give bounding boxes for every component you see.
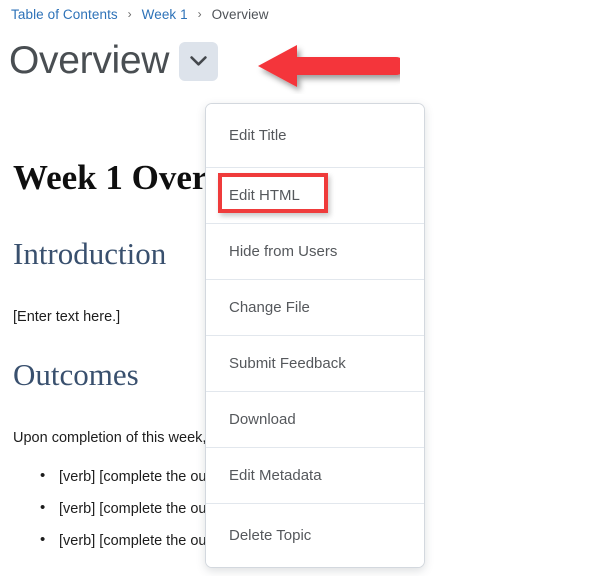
breadcrumb-separator-icon: › bbox=[197, 7, 202, 21]
menu-item-edit-metadata[interactable]: Edit Metadata bbox=[206, 447, 424, 503]
content-heading-outcomes: Outcomes bbox=[13, 357, 139, 392]
breadcrumb-separator-icon: › bbox=[127, 7, 132, 21]
annotation-arrow-icon bbox=[250, 38, 405, 94]
menu-item-delete-topic[interactable]: Delete Topic bbox=[206, 503, 424, 567]
content-heading-introduction: Introduction bbox=[13, 236, 167, 271]
page-title: Overview bbox=[9, 39, 170, 82]
breadcrumb-item-overview: Overview bbox=[211, 7, 269, 22]
menu-item-download[interactable]: Download bbox=[206, 391, 424, 447]
menu-item-submit-feedback[interactable]: Submit Feedback bbox=[206, 335, 424, 391]
breadcrumb-item-table-of-contents[interactable]: Table of Contents bbox=[11, 7, 118, 22]
breadcrumb-item-week-1[interactable]: Week 1 bbox=[142, 7, 188, 22]
breadcrumb: Table of Contents › Week 1 › Overview bbox=[11, 6, 269, 24]
topic-actions-menu-button[interactable] bbox=[179, 41, 219, 81]
menu-item-edit-html[interactable]: Edit HTML bbox=[206, 167, 424, 223]
content-paragraph-introduction: [Enter text here.] bbox=[13, 309, 121, 325]
menu-item-change-file[interactable]: Change File bbox=[206, 279, 424, 335]
topic-actions-dropdown-menu: Edit Title Edit HTML Hide from Users Cha… bbox=[205, 103, 425, 568]
menu-item-edit-title[interactable]: Edit Title bbox=[206, 104, 424, 167]
menu-item-hide-from-users[interactable]: Hide from Users bbox=[206, 223, 424, 279]
chevron-down-icon bbox=[190, 55, 207, 67]
page-title-row: Overview bbox=[9, 38, 219, 84]
